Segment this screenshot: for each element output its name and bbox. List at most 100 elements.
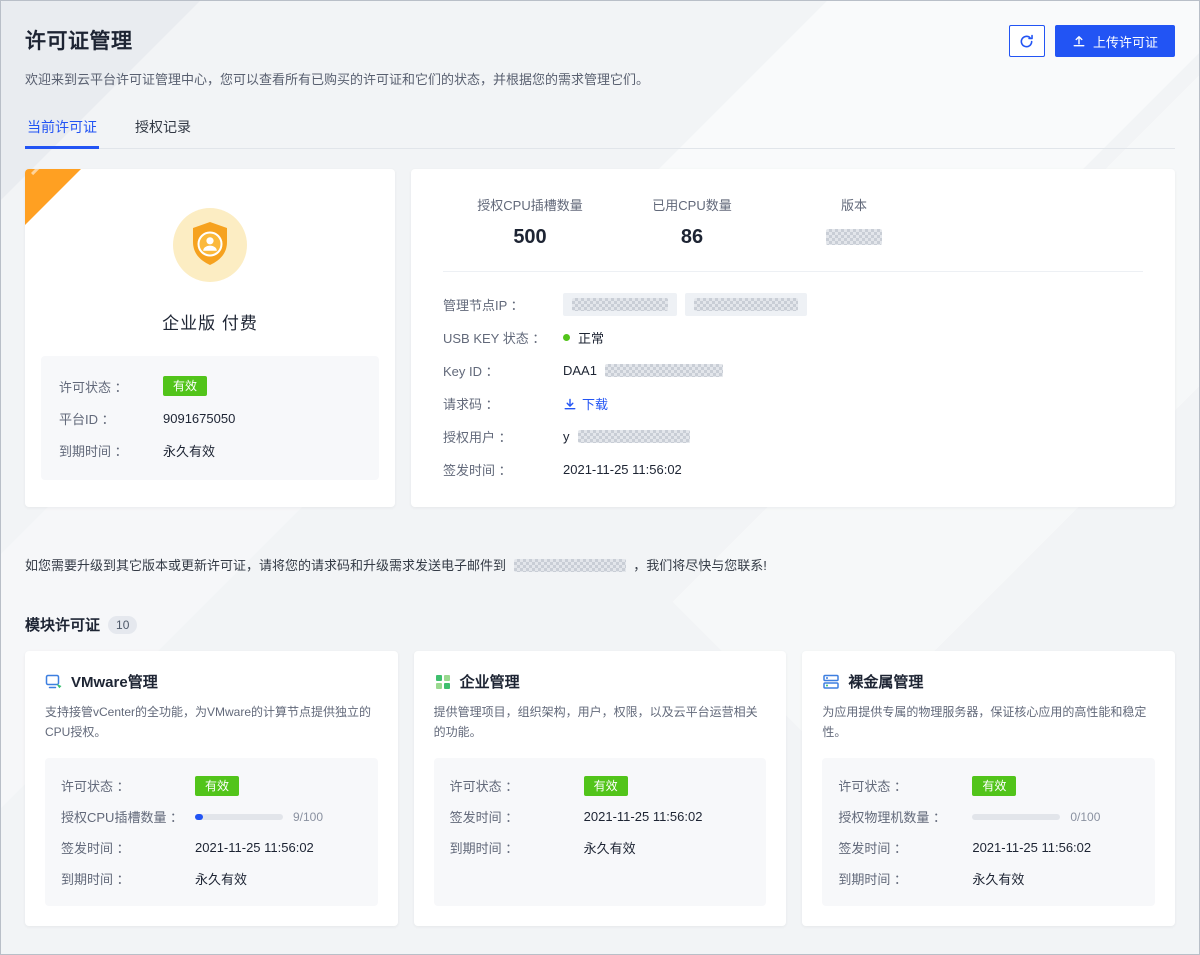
- expire-time-value: 永久有效: [163, 441, 215, 460]
- stat-used-cpu-value: 86: [613, 226, 771, 249]
- license-management-page: 许可证管理 欢迎来到云平台许可证管理中心，您可以查看所有已购买的许可证和它们的状…: [0, 0, 1200, 955]
- enterprise-icon: [434, 673, 452, 691]
- page-title: 许可证管理: [25, 25, 649, 55]
- module-issue-label: 签发时间 ：: [450, 807, 584, 826]
- authorized-user-row: 授权用户 ： y: [443, 420, 1143, 453]
- tab-current-license[interactable]: 当前许可证: [25, 108, 99, 148]
- authorized-user-value: y: [563, 429, 690, 444]
- request-code-row: 请求码 ： 下载: [443, 387, 1143, 420]
- module-card-vmware: VMware管理 支持接管vCenter的全功能，为VMware的计算节点提供独…: [25, 651, 398, 926]
- module-issue-value: 2021-11-25 11:56:02: [584, 809, 703, 824]
- module-issue-value: 2021-11-25 11:56:02: [195, 840, 314, 855]
- node-ip-chip-2: [685, 293, 807, 316]
- corner-ribbon: [25, 169, 81, 225]
- upgrade-note-after: ，我们将尽快与您联系!: [633, 558, 767, 573]
- download-link-label: 下载: [582, 394, 608, 413]
- node-ip-label: 管理节点IP ：: [443, 295, 563, 314]
- module-issue-label: 签发时间 ：: [61, 838, 195, 857]
- module-status-label: 许可状态 ：: [838, 776, 972, 795]
- module-count-badge: 10: [108, 616, 137, 634]
- module-status-label: 许可状态 ：: [450, 776, 584, 795]
- license-status-row: 许可状态 ： 有效: [59, 370, 361, 402]
- module-description: 支持接管vCenter的全功能，为VMware的计算节点提供独立的CPU授权。: [45, 702, 378, 746]
- module-quota-label: 授权CPU插槽数量 ：: [61, 807, 195, 826]
- module-expire-label: 到期时间 ：: [450, 838, 584, 857]
- module-card-enterprise: 企业管理 提供管理项目，组织架构，用户，权限，以及云平台运营相关的功能。 许可状…: [414, 651, 787, 926]
- module-info-box: 许可状态 ： 有效 签发时间 ： 2021-11-25 11:56:02 到期时…: [434, 758, 767, 906]
- module-status-row: 许可状态 ： 有效: [450, 770, 751, 801]
- tab-auth-records[interactable]: 授权记录: [133, 108, 193, 148]
- platform-id-value: 9091675050: [163, 411, 235, 426]
- issue-time-value: 2021-11-25 11:56:02: [563, 462, 682, 477]
- refresh-button[interactable]: [1009, 25, 1045, 57]
- quota-progress-track: [195, 814, 283, 820]
- license-edition: 企业版 付费: [25, 309, 395, 334]
- node-ip-chip-1: [563, 293, 677, 316]
- key-id-label: Key ID ：: [443, 361, 563, 380]
- module-issue-row: 签发时间 ： 2021-11-25 11:56:02: [838, 832, 1139, 863]
- module-title: 企业管理: [460, 671, 520, 692]
- quota-text: 0/100: [1070, 810, 1100, 824]
- quota-text: 9/100: [293, 810, 323, 824]
- upload-button-label: 上传许可证: [1093, 32, 1158, 51]
- module-quota-row: 授权CPU插槽数量 ： 9/100: [61, 801, 362, 832]
- upgrade-note: 如您需要升级到其它版本或更新许可证，请将您的请求码和升级需求发送电子邮件到 ，我…: [25, 555, 1175, 574]
- module-cards-row: VMware管理 支持接管vCenter的全功能，为VMware的计算节点提供独…: [25, 651, 1175, 926]
- stat-cpu-slots: 授权CPU插槽数量 500: [451, 195, 609, 249]
- module-description: 提供管理项目，组织架构，用户，权限，以及云平台运营相关的功能。: [434, 702, 767, 746]
- stat-version: 版本: [775, 195, 933, 249]
- module-status-badge: 有效: [972, 776, 1016, 796]
- expire-time-row: 到期时间 ： 永久有效: [59, 434, 361, 466]
- header-text: 许可证管理 欢迎来到云平台许可证管理中心，您可以查看所有已购买的许可证和它们的状…: [25, 25, 649, 88]
- module-quota-label: 授权物理机数量 ：: [838, 807, 972, 826]
- key-id-prefix: DAA1: [563, 363, 597, 378]
- module-status-row: 许可状态 ： 有效: [838, 770, 1139, 801]
- request-code-label: 请求码 ：: [443, 394, 563, 413]
- usb-key-status-value: 正常: [563, 328, 604, 347]
- license-overview-row: 企业版 付费 许可状态 ： 有效 平台ID ： 9091675050 到期时间 …: [25, 169, 1175, 507]
- authorized-user-prefix: y: [563, 429, 570, 444]
- platform-id-label: 平台ID ：: [59, 409, 163, 428]
- usb-key-status-text: 正常: [578, 328, 604, 347]
- node-ip-value: [563, 293, 807, 316]
- module-issue-value: 2021-11-25 11:56:02: [972, 840, 1091, 855]
- header-actions: 上传许可证: [1009, 25, 1175, 57]
- issue-time-label: 签发时间 ：: [443, 460, 563, 479]
- main-license-card: 企业版 付费 许可状态 ： 有效 平台ID ： 9091675050 到期时间 …: [25, 169, 395, 507]
- module-issue-row: 签发时间 ： 2021-11-25 11:56:02: [450, 801, 751, 832]
- module-licenses-header: 模块许可证 10: [25, 614, 1175, 635]
- usb-key-status-row: USB KEY 状态 ： 正常: [443, 321, 1143, 354]
- module-expire-row: 到期时间 ： 永久有效: [450, 832, 751, 863]
- stat-used-cpu: 已用CPU数量 86: [613, 195, 771, 249]
- upload-license-button[interactable]: 上传许可证: [1055, 25, 1175, 57]
- tab-bar: 当前许可证 授权记录: [25, 108, 1175, 149]
- module-expire-label: 到期时间 ：: [838, 869, 972, 888]
- page-header: 许可证管理 欢迎来到云平台许可证管理中心，您可以查看所有已购买的许可证和它们的状…: [1, 1, 1199, 88]
- platform-id-row: 平台ID ： 9091675050: [59, 402, 361, 434]
- key-id-redacted: [605, 364, 723, 377]
- module-card-baremetal: 裸金属管理 为应用提供专属的物理服务器，保证核心应用的高性能和稳定性。 许可状态…: [802, 651, 1175, 926]
- module-expire-value: 永久有效: [195, 869, 247, 888]
- license-status-badge: 有效: [163, 376, 207, 396]
- download-request-code-link[interactable]: 下载: [563, 394, 608, 413]
- module-title: 裸金属管理: [848, 671, 923, 692]
- expire-time-label: 到期时间 ：: [59, 441, 163, 460]
- license-status-label: 许可状态 ：: [59, 377, 163, 396]
- quota-progress-fill: [195, 814, 203, 820]
- module-title: VMware管理: [71, 671, 158, 692]
- module-status-badge: 有效: [584, 776, 628, 796]
- stat-used-cpu-label: 已用CPU数量: [613, 195, 771, 214]
- module-expire-row: 到期时间 ： 永久有效: [61, 863, 362, 894]
- module-issue-label: 签发时间 ：: [838, 838, 972, 857]
- module-licenses-title: 模块许可证: [25, 614, 100, 635]
- status-ok-dot: [563, 334, 570, 341]
- upgrade-note-before: 如您需要升级到其它版本或更新许可证，请将您的请求码和升级需求发送电子邮件到: [25, 558, 506, 573]
- module-expire-label: 到期时间 ：: [61, 869, 195, 888]
- module-description: 为应用提供专属的物理服务器，保证核心应用的高性能和稳定性。: [822, 702, 1155, 746]
- module-expire-row: 到期时间 ： 永久有效: [838, 863, 1139, 894]
- upload-icon: [1072, 34, 1086, 48]
- authorized-user-redacted: [578, 430, 690, 443]
- node-ip-row: 管理节点IP ：: [443, 288, 1143, 321]
- usb-key-status-label: USB KEY 状态 ：: [443, 328, 563, 347]
- download-icon: [563, 397, 577, 411]
